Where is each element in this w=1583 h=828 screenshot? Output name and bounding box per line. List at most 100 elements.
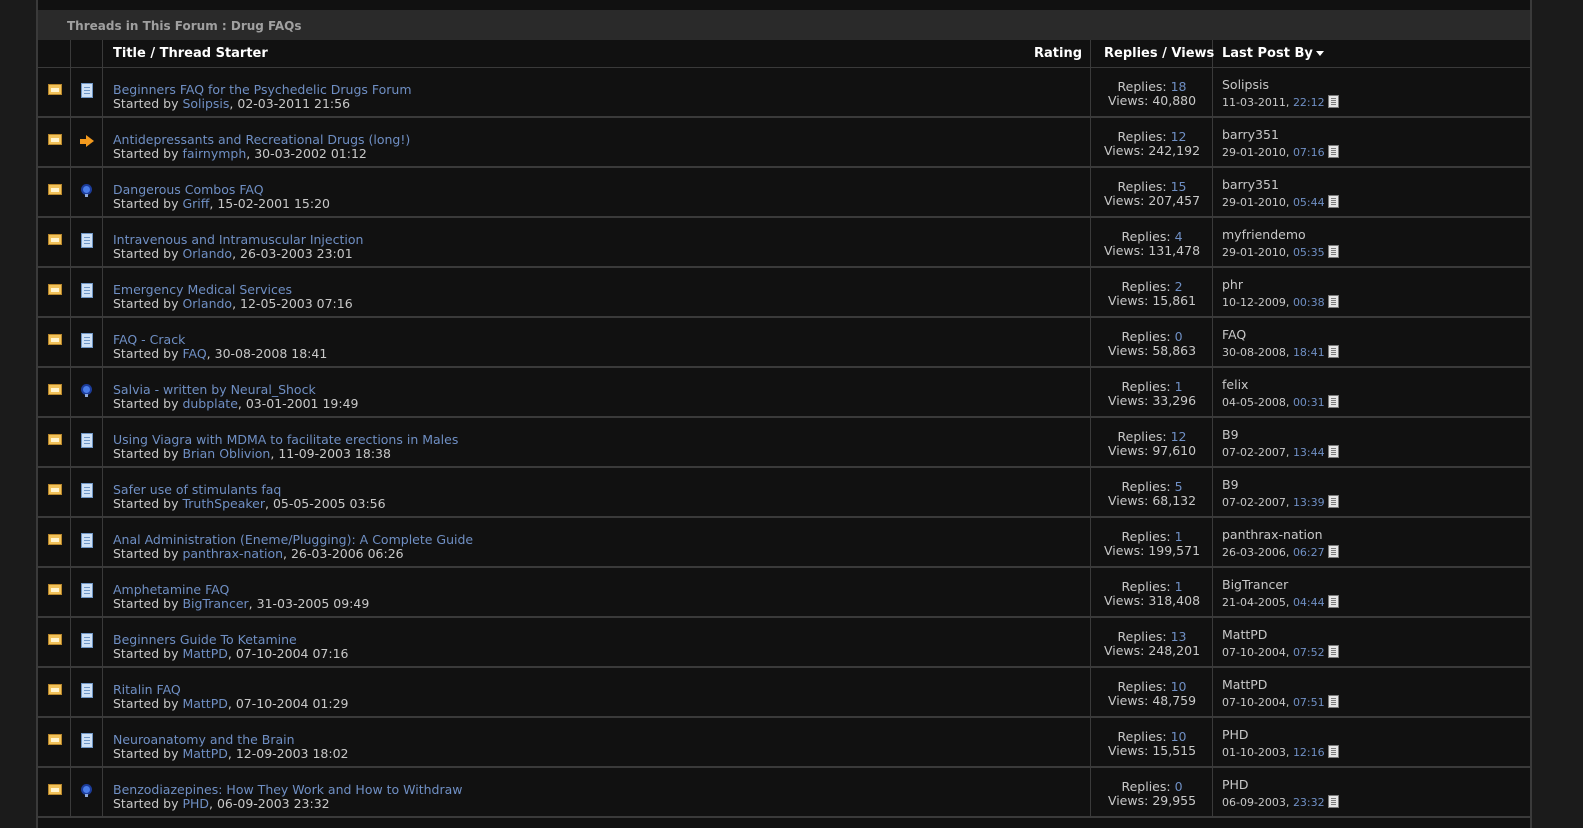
- go-to-last-post-icon[interactable]: [1327, 495, 1339, 508]
- thread-starter-link[interactable]: Solipsis: [182, 96, 229, 111]
- go-to-last-post-icon[interactable]: [1327, 695, 1339, 708]
- column-divider: [1212, 268, 1213, 316]
- go-to-last-post-icon[interactable]: [1327, 545, 1339, 558]
- thread-starter-link[interactable]: Griff: [182, 196, 209, 211]
- last-post-user-link[interactable]: PHD: [1222, 777, 1249, 792]
- thread-title-link[interactable]: Salvia - written by Neural_Shock: [113, 382, 316, 397]
- thread-starter-line: Started by TruthSpeaker, 05-05-2005 03:5…: [113, 496, 386, 511]
- replies-count-link[interactable]: 1: [1175, 529, 1183, 544]
- go-to-last-post-icon[interactable]: [1327, 645, 1339, 658]
- go-to-last-post-icon[interactable]: [1327, 195, 1339, 208]
- go-to-last-post-icon[interactable]: [1327, 745, 1339, 758]
- column-divider: [1212, 418, 1213, 466]
- go-to-last-post-icon[interactable]: [1327, 345, 1339, 358]
- thread-title-link[interactable]: Emergency Medical Services: [113, 282, 292, 297]
- go-to-last-post-icon[interactable]: [1327, 445, 1339, 458]
- last-post-user-link[interactable]: barry351: [1222, 127, 1279, 142]
- last-post-user-link[interactable]: phr: [1222, 277, 1243, 292]
- last-post-user-link[interactable]: B9: [1222, 477, 1239, 492]
- replies-count-link[interactable]: 13: [1171, 629, 1187, 644]
- thread-starter-link[interactable]: fairnymph: [182, 146, 246, 161]
- last-post-user-link[interactable]: PHD: [1222, 727, 1249, 742]
- thread-starter-link[interactable]: MattPD: [182, 696, 227, 711]
- replies-count-link[interactable]: 18: [1171, 79, 1187, 94]
- thread-title-link[interactable]: Beginners Guide To Ketamine: [113, 632, 297, 647]
- thread-starter-link[interactable]: Brian Oblivion: [182, 446, 270, 461]
- last-post-user-link[interactable]: panthrax-nation: [1222, 527, 1323, 542]
- last-post-user-link[interactable]: BigTrancer: [1222, 577, 1288, 592]
- thread-starter-link[interactable]: Orlando: [182, 296, 232, 311]
- column-divider: [1090, 318, 1091, 366]
- thread-title-link[interactable]: Dangerous Combos FAQ: [113, 182, 264, 197]
- column-divider: [102, 718, 103, 766]
- replies-count-link[interactable]: 2: [1175, 279, 1183, 294]
- go-to-last-post-icon[interactable]: [1327, 95, 1339, 108]
- column-divider: [1090, 40, 1091, 67]
- thread-starter-link[interactable]: MattPD: [182, 646, 227, 661]
- replies-count-link[interactable]: 10: [1171, 679, 1187, 694]
- thread-title-link[interactable]: FAQ - Crack: [113, 332, 185, 347]
- last-post-user-link[interactable]: felix: [1222, 377, 1248, 392]
- thread-title-link[interactable]: Intravenous and Intramuscular Injection: [113, 232, 363, 247]
- replies-count-link[interactable]: 4: [1175, 229, 1183, 244]
- last-post-user-link[interactable]: FAQ: [1222, 327, 1246, 342]
- last-post-user-link[interactable]: myfriendemo: [1222, 227, 1306, 242]
- go-to-last-post-icon[interactable]: [1327, 795, 1339, 808]
- last-post-user-link[interactable]: MattPD: [1222, 627, 1267, 642]
- replies-count-link[interactable]: 12: [1171, 129, 1187, 144]
- thread-starter-line: Started by MattPD, 12-09-2003 18:02: [113, 746, 349, 761]
- replies-count-link[interactable]: 1: [1175, 379, 1183, 394]
- thread-starter-link[interactable]: PHD: [182, 796, 209, 811]
- thread-title-link[interactable]: Neuroanatomy and the Brain: [113, 732, 295, 747]
- sort-by-rating-link[interactable]: Rating: [1034, 40, 1082, 67]
- thread-title-link[interactable]: Anal Administration (Eneme/Plugging): A …: [113, 532, 473, 547]
- thread-title-link[interactable]: Antidepressants and Recreational Drugs (…: [113, 132, 410, 147]
- column-divider: [70, 668, 71, 716]
- replies-count-link[interactable]: 5: [1175, 479, 1183, 494]
- thread-status-icon: [48, 584, 62, 595]
- sort-by-last-post-link[interactable]: Last Post By: [1222, 46, 1313, 61]
- sort-by-replies-link[interactable]: Replies: [1104, 46, 1158, 61]
- views-count: 48,759: [1152, 693, 1197, 708]
- go-to-last-post-icon[interactable]: [1327, 395, 1339, 408]
- thread-starter-link[interactable]: dubplate: [182, 396, 237, 411]
- go-to-last-post-icon[interactable]: [1327, 595, 1339, 608]
- column-divider: [1212, 668, 1213, 716]
- replies-label: Replies:: [1117, 679, 1167, 694]
- column-divider: [70, 718, 71, 766]
- thread-title-link[interactable]: Ritalin FAQ: [113, 682, 181, 697]
- last-post-user-link[interactable]: B9: [1222, 427, 1239, 442]
- sort-by-views-link[interactable]: Views: [1171, 46, 1214, 61]
- replies-count-link[interactable]: 15: [1171, 179, 1187, 194]
- go-to-last-post-icon[interactable]: [1327, 295, 1339, 308]
- thread-starter-link[interactable]: FAQ: [182, 346, 206, 361]
- replies-label: Replies:: [1117, 429, 1167, 444]
- last-post-date: 07-10-2004,: [1222, 696, 1290, 709]
- thread-starter-link[interactable]: Orlando: [182, 246, 232, 261]
- thread-title-link[interactable]: Using Viagra with MDMA to facilitate ere…: [113, 432, 458, 447]
- thread-starter-link[interactable]: MattPD: [182, 746, 227, 761]
- last-post-user-link[interactable]: MattPD: [1222, 677, 1267, 692]
- thread-title-link[interactable]: Safer use of stimulants faq: [113, 482, 281, 497]
- go-to-last-post-icon[interactable]: [1327, 145, 1339, 158]
- thread-starter-link[interactable]: BigTrancer: [182, 596, 248, 611]
- replies-count-link[interactable]: 0: [1175, 329, 1183, 344]
- thread-title-link[interactable]: Beginners FAQ for the Psychedelic Drugs …: [113, 82, 412, 97]
- go-to-last-post-icon[interactable]: [1327, 245, 1339, 258]
- thread-starter-link[interactable]: panthrax-nation: [182, 546, 283, 561]
- sort-descending-icon[interactable]: [1315, 51, 1324, 56]
- last-post-user-link[interactable]: barry351: [1222, 177, 1279, 192]
- replies-count-link[interactable]: 0: [1175, 779, 1183, 794]
- column-divider: [1090, 768, 1091, 816]
- replies-count-link[interactable]: 10: [1171, 729, 1187, 744]
- replies-count-link[interactable]: 1: [1175, 579, 1183, 594]
- thread-starter-link[interactable]: TruthSpeaker: [182, 496, 265, 511]
- replies-label: Replies:: [1117, 79, 1167, 94]
- replies-count-link[interactable]: 12: [1171, 429, 1187, 444]
- thread-start-date: 15-02-2001 15:20: [217, 196, 330, 211]
- last-post-user-link[interactable]: Solipsis: [1222, 77, 1269, 92]
- thread-title-link[interactable]: Amphetamine FAQ: [113, 582, 229, 597]
- sort-by-starter-link[interactable]: Thread Starter: [160, 46, 268, 61]
- sort-by-title-link[interactable]: Title: [113, 46, 146, 61]
- thread-title-link[interactable]: Benzodiazepines: How They Work and How t…: [113, 782, 463, 797]
